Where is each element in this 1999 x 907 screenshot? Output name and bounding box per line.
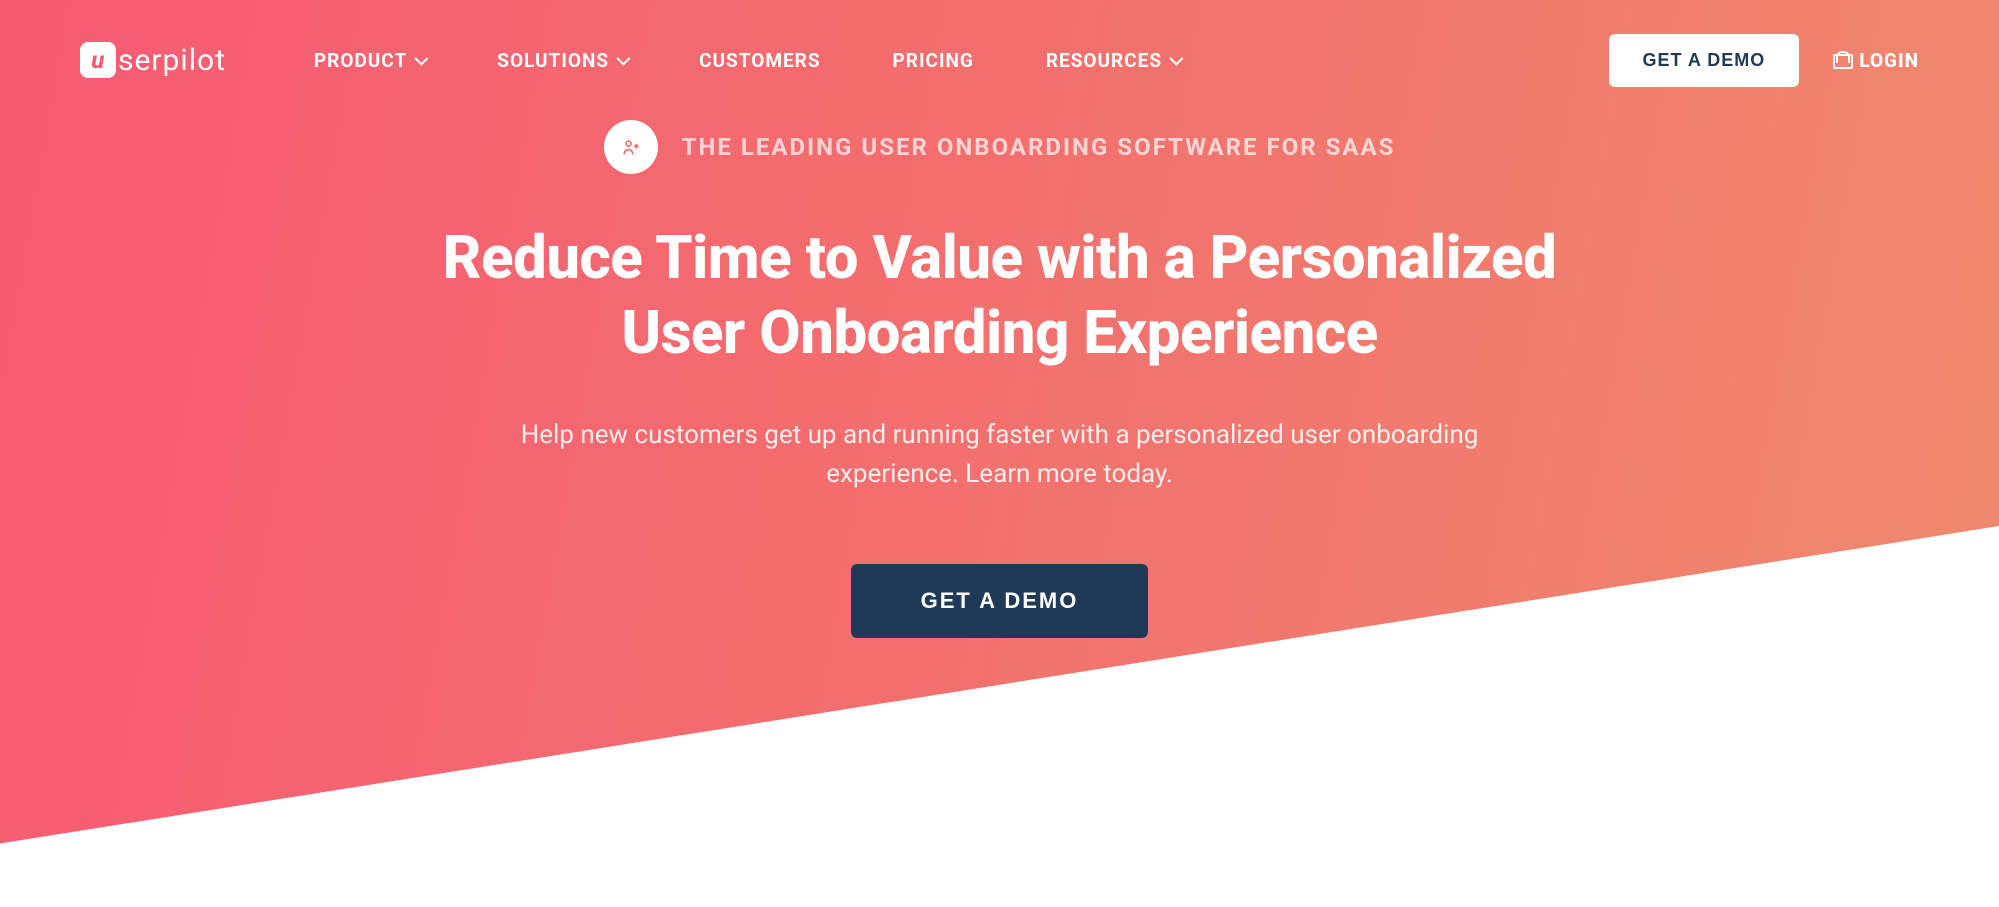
nav-item-solutions[interactable]: SOLUTIONS: [497, 49, 627, 72]
nav-item-customers[interactable]: CUSTOMERS: [699, 49, 820, 72]
brand-logo[interactable]: userpilot: [80, 42, 226, 78]
nav-item-label: RESOURCES: [1046, 49, 1162, 72]
nav-links: PRODUCT SOLUTIONS CUSTOMERS PRICING RESO…: [314, 49, 1180, 72]
chevron-down-icon: [1169, 52, 1183, 66]
chevron-down-icon: [616, 52, 630, 66]
get-a-demo-hero-button[interactable]: GET A DEMO: [851, 564, 1149, 638]
hero-eyebrow-text: THE LEADING USER ONBOARDING SOFTWARE FOR…: [682, 133, 1396, 161]
login-label: LOGIN: [1859, 49, 1919, 72]
hero-section: THE LEADING USER ONBOARDING SOFTWARE FOR…: [0, 96, 1999, 638]
get-a-demo-nav-button[interactable]: GET A DEMO: [1609, 34, 1800, 87]
eyebrow-badge-icon: [604, 120, 658, 174]
person-arrow-icon: [621, 137, 641, 157]
nav-item-label: PRODUCT: [314, 49, 407, 72]
nav-item-label: SOLUTIONS: [497, 49, 609, 72]
nav-item-pricing[interactable]: PRICING: [893, 49, 974, 72]
top-navigation: userpilot PRODUCT SOLUTIONS CUSTOMERS PR…: [0, 0, 1999, 96]
hero-headline: Reduce Time to Value with a Personalized…: [400, 220, 1600, 370]
brand-mark: u: [80, 42, 116, 78]
hero-eyebrow-row: THE LEADING USER ONBOARDING SOFTWARE FOR…: [0, 120, 1999, 174]
login-link[interactable]: LOGIN: [1833, 49, 1919, 72]
nav-item-resources[interactable]: RESOURCES: [1046, 49, 1180, 72]
nav-item-product[interactable]: PRODUCT: [314, 49, 425, 72]
nav-item-label: CUSTOMERS: [699, 49, 820, 72]
brand-wordmark: serpilot: [118, 43, 226, 78]
nav-right-actions: GET A DEMO LOGIN: [1609, 34, 1919, 87]
lock-icon: [1833, 51, 1849, 69]
chevron-down-icon: [415, 52, 429, 66]
nav-item-label: PRICING: [893, 49, 974, 72]
hero-subtext: Help new customers get up and running fa…: [500, 416, 1500, 494]
